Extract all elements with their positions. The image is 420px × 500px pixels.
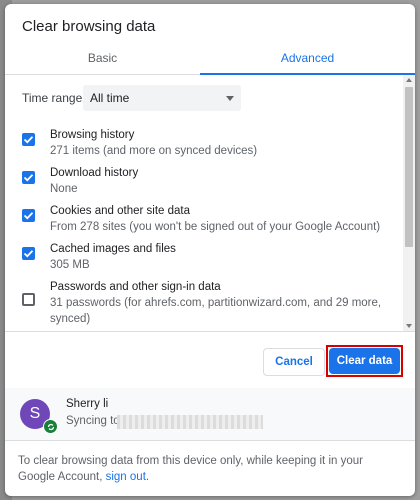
check-icon [23,212,34,220]
checkbox-cookies[interactable] [22,209,35,222]
option-title: Download history [50,167,139,179]
option-title: Cached images and files [50,243,176,255]
time-range-label: Time range [22,91,83,105]
checkbox-download-history[interactable] [22,171,35,184]
options-scroll-area[interactable]: Time range All time Browsing history 271… [5,75,415,332]
sign-out-link[interactable]: sign out [106,471,146,483]
check-icon [23,250,34,258]
footer-text-body: To clear browsing data from this device … [18,455,363,483]
time-range-select[interactable]: All time [83,85,241,111]
scroll-up-arrow-icon[interactable] [406,78,412,82]
option-title: Passwords and other sign-in data [50,281,221,293]
clear-browsing-data-dialog: Clear browsing data Basic Advanced Time … [5,4,415,496]
check-icon [23,174,34,182]
footer-note: To clear browsing data from this device … [5,440,415,496]
chevron-down-icon [226,96,234,101]
checkbox-cached-images[interactable] [22,247,35,260]
tab-advanced[interactable]: Advanced [200,44,415,75]
cancel-button[interactable]: Cancel [263,348,325,376]
option-title: Cookies and other site data [50,205,191,217]
scrollbar-thumb[interactable] [405,87,413,247]
account-section: S Sherry li Syncing to [5,388,415,440]
option-description: 31 passwords (for ahrefs.com, partitionw… [50,297,382,325]
option-title: Browsing history [50,129,135,141]
scroll-down-arrow-icon[interactable] [406,324,412,328]
sync-icon [43,419,58,434]
footer-text-suffix: . [145,471,150,483]
checkbox-browsing-history[interactable] [22,133,35,146]
option-description: From 278 sites (you won't be signed out … [50,221,381,233]
tab-bar: Basic Advanced [5,44,415,75]
option-description: 305 MB [50,259,90,271]
syncing-label: Syncing to [66,415,120,427]
dialog-title: Clear browsing data [22,18,156,35]
tab-advanced-label: Advanced [280,51,335,65]
time-range-value: All time [90,91,130,105]
account-name: Sherry li [66,398,109,410]
vertical-scrollbar[interactable] [403,75,415,331]
checkbox-passwords[interactable] [22,293,35,306]
clear-data-button[interactable]: Clear data [329,348,400,374]
footer-text: To clear browsing data from this device … [18,453,398,485]
redacted-email [117,415,263,429]
tab-basic[interactable]: Basic [5,44,200,74]
option-description: None [50,183,78,195]
check-icon [23,136,34,144]
option-description: 271 items (and more on synced devices) [50,145,258,157]
